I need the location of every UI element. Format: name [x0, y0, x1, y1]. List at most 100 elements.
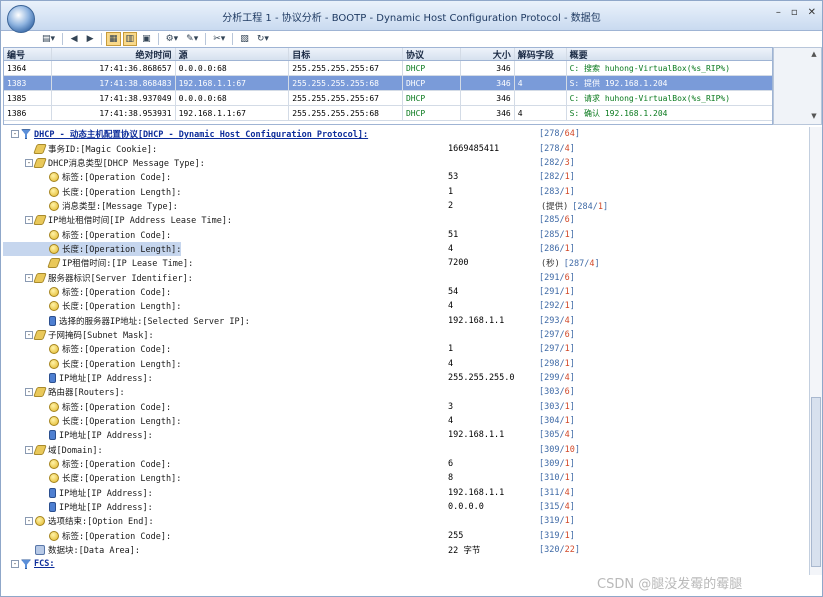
scroll-down-icon[interactable]: ▼	[809, 112, 819, 122]
packet-list-scrollbar[interactable]: ▲ ▼	[773, 47, 822, 125]
tree-node-label[interactable]: 标签:[Operation Code]:	[3, 457, 171, 471]
tree-node-label[interactable]: - 服务器标识[Server Identifier]:	[3, 270, 193, 284]
tree-node-label[interactable]: - DHCP消息类型[DHCP Message Type]:	[3, 156, 205, 170]
col-header-dst[interactable]: 目标	[289, 48, 403, 60]
tree-node[interactable]: 长度:[Operation Length]: 4 [286/1]	[3, 241, 809, 257]
view-list-icon[interactable]: ▦	[106, 32, 121, 46]
tree-node-label[interactable]: 标签:[Operation Code]:	[3, 400, 171, 414]
table-row[interactable]: 1386 17:41:38.953931 192.168.1.1:67 255.255…	[4, 106, 772, 121]
collapse-icon[interactable]: -	[25, 388, 33, 397]
tree-node[interactable]: 标签:[Operation Code]: 6 [309/1]	[3, 457, 809, 471]
tree-node[interactable]: - 子网掩码[Subnet Mask]: [297/6]	[3, 328, 809, 342]
refresh-icon[interactable]: ↻▾	[254, 32, 272, 46]
view-detail-icon[interactable]: ▥	[122, 32, 138, 46]
tree-node-label[interactable]: 数据块:[Data Area]:	[3, 543, 140, 557]
protocol-tree-scrollbar[interactable]	[809, 127, 822, 575]
tree-node-label[interactable]: IP地址[IP Address]:	[3, 428, 153, 442]
tree-node[interactable]: 事务ID:[Magic Cookie]: 1669485411 [278/4]	[3, 141, 809, 155]
tree-node[interactable]: IP地址[IP Address]: 192.168.1.1 [311/4]	[3, 486, 809, 500]
back-icon[interactable]: ◀	[67, 32, 81, 46]
tree-node-label[interactable]: 选择的服务器IP地址:[Selected Server IP]:	[3, 313, 250, 327]
col-header-proto[interactable]: 协议	[403, 48, 461, 60]
collapse-icon[interactable]: -	[11, 130, 19, 139]
restore-icon[interactable]: ▫	[791, 7, 798, 18]
table-row[interactable]: 1383 17:41:38.868483 192.168.1.1:67 255.255…	[4, 76, 772, 91]
tree-node[interactable]: - DHCP - 动态主机配置协议[DHCP - Dynamic Host Con…	[3, 127, 809, 141]
tree-node[interactable]: 选择的服务器IP地址:[Selected Server IP]: 192.168.…	[3, 313, 809, 327]
tree-node[interactable]: 长度:[Operation Length]: 4 [298/1]	[3, 357, 809, 371]
tree-node-label[interactable]: IP地址[IP Address]:	[3, 371, 153, 385]
tree-node[interactable]: IP地址[IP Address]: 0.0.0.0 [315/4]	[3, 500, 809, 514]
tree-node[interactable]: - IP地址租借时间[IP Address Lease Time]: [285/6]	[3, 213, 809, 227]
collapse-icon[interactable]: -	[25, 330, 33, 339]
tree-node-label[interactable]: 标签:[Operation Code]:	[3, 529, 171, 543]
tree-node[interactable]: IP租借时间:[IP Lease Time]: 7200 (秒) [287/4]	[3, 256, 809, 270]
col-header-size[interactable]: 大小	[461, 48, 515, 60]
tree-node-label[interactable]: 标签:[Operation Code]:	[3, 170, 171, 184]
tree-node[interactable]: 长度:[Operation Length]: 1 [283/1]	[3, 184, 809, 198]
tree-node-label[interactable]: 长度:[Operation Length]:	[3, 357, 181, 371]
tree-node-label[interactable]: IP租借时间:[IP Lease Time]:	[3, 256, 193, 270]
tree-node[interactable]: 长度:[Operation Length]: 8 [310/1]	[3, 471, 809, 485]
filter-icon[interactable]: ✎▾	[183, 32, 201, 46]
scrollbar-thumb[interactable]	[811, 397, 821, 567]
tree-node-label[interactable]: - 路由器[Routers]:	[3, 385, 125, 399]
tree-node[interactable]: IP地址[IP Address]: 192.168.1.1 [305/4]	[3, 428, 809, 442]
tree-node[interactable]: 标签:[Operation Code]: 3 [303/1]	[3, 400, 809, 414]
tree-node-label[interactable]: 标签:[Operation Code]:	[3, 227, 171, 241]
collapse-icon[interactable]: -	[25, 445, 33, 454]
scroll-up-icon[interactable]: ▲	[809, 50, 819, 60]
tree-node[interactable]: 标签:[Operation Code]: 53 [282/1]	[3, 170, 809, 184]
collapse-icon[interactable]: -	[25, 158, 33, 167]
tree-node[interactable]: 标签:[Operation Code]: 255 [319/1]	[3, 529, 809, 543]
tree-node[interactable]: - 选项结束:[Option End]: [319/1]	[3, 514, 809, 528]
tree-node[interactable]: 数据块:[Data Area]: 22 字节 [320/22]	[3, 543, 809, 557]
tree-node[interactable]: - FCS:	[3, 557, 809, 571]
collapse-icon[interactable]: -	[25, 517, 33, 526]
tree-node-label[interactable]: - IP地址租借时间[IP Address Lease Time]:	[3, 213, 232, 227]
tree-node[interactable]: 标签:[Operation Code]: 51 [285/1]	[3, 227, 809, 241]
collapse-icon[interactable]: -	[25, 273, 33, 282]
tools-icon[interactable]: ✂▾	[210, 32, 228, 46]
tree-node-label[interactable]: - DHCP - 动态主机配置协议[DHCP - Dynamic Host Con…	[3, 127, 368, 141]
tree-node-label[interactable]: IP地址[IP Address]:	[3, 500, 153, 514]
tree-node[interactable]: 长度:[Operation Length]: 4 [292/1]	[3, 299, 809, 313]
table-row[interactable]: 1364 17:41:36.868657 0.0.0.0:68 255.255.255…	[4, 61, 772, 76]
tree-node-label[interactable]: 长度:[Operation Length]:	[3, 299, 181, 313]
tree-node[interactable]: 标签:[Operation Code]: 1 [297/1]	[3, 342, 809, 356]
tree-node-label[interactable]: 事务ID:[Magic Cookie]:	[3, 141, 157, 155]
tree-node-label[interactable]: 标签:[Operation Code]:	[3, 285, 171, 299]
tree-node[interactable]: - 路由器[Routers]: [303/6]	[3, 385, 809, 399]
tree-node[interactable]: 消息类型:[Message Type]: 2 (提供) [284/1]	[3, 199, 809, 213]
tree-node[interactable]: - 服务器标识[Server Identifier]: [291/6]	[3, 270, 809, 284]
tree-node[interactable]: 标签:[Operation Code]: 54 [291/1]	[3, 285, 809, 299]
tree-node-label[interactable]: - 选项结束:[Option End]:	[3, 514, 154, 528]
tree-node-label[interactable]: 长度:[Operation Length]:	[3, 184, 181, 198]
export-icon[interactable]: ▧	[237, 32, 252, 46]
col-header-no[interactable]: 编号	[4, 48, 52, 60]
tree-node[interactable]: IP地址[IP Address]: 255.255.255.0 [299/4]	[3, 371, 809, 385]
tree-node-label[interactable]: IP地址[IP Address]:	[3, 486, 153, 500]
tree-node[interactable]: 长度:[Operation Length]: 4 [304/1]	[3, 414, 809, 428]
table-row[interactable]: 1385 17:41:38.937049 0.0.0.0:68 255.255.255…	[4, 91, 772, 106]
tree-node-label[interactable]: - FCS:	[3, 557, 54, 571]
tree-node[interactable]: - 域[Domain]: [309/10]	[3, 443, 809, 457]
tree-node-label[interactable]: - 子网掩码[Subnet Mask]:	[3, 328, 154, 342]
forward-icon[interactable]: ▶	[83, 32, 97, 46]
tree-node-label[interactable]: 消息类型:[Message Type]:	[3, 199, 178, 213]
minimize-icon[interactable]: –	[776, 7, 781, 18]
tree-node-label[interactable]: 长度:[Operation Length]:	[3, 241, 182, 257]
col-header-time[interactable]: 绝对时间	[52, 48, 176, 60]
tree-node-label[interactable]: 长度:[Operation Length]:	[3, 414, 181, 428]
collapse-icon[interactable]: -	[11, 560, 19, 569]
save-icon[interactable]: ▤▾	[39, 32, 58, 46]
col-header-decode[interactable]: 解码字段	[515, 48, 567, 60]
col-header-src[interactable]: 源	[176, 48, 290, 60]
tree-node-label[interactable]: 长度:[Operation Length]:	[3, 471, 181, 485]
col-header-summary[interactable]: 概要	[567, 48, 772, 61]
view-hex-icon[interactable]: ▣	[139, 32, 154, 46]
tree-node-label[interactable]: - 域[Domain]:	[3, 443, 103, 457]
collapse-icon[interactable]: -	[25, 216, 33, 225]
decode-icon[interactable]: ⚙▾	[163, 32, 182, 46]
tree-node[interactable]: - DHCP消息类型[DHCP Message Type]: [282/3]	[3, 156, 809, 170]
